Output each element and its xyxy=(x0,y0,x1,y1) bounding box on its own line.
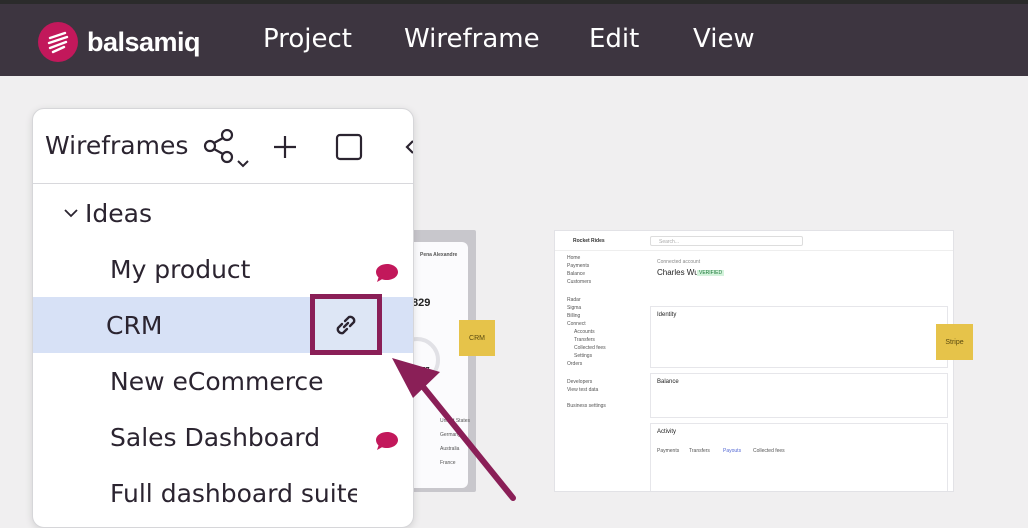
thumb-identity-card: Identity xyxy=(650,306,948,368)
thumb-tab-collected: Collected fees xyxy=(753,448,785,454)
thumb-nav-item: Collected fees xyxy=(574,345,606,351)
thumb-tab-transfers: Transfers xyxy=(689,448,710,454)
thumb-nav-item: Customers xyxy=(567,279,592,285)
thumb-search-box: Search... xyxy=(650,236,803,246)
tree-item-label: Sales Dashboard xyxy=(110,422,321,452)
thumb-value-2: 2,457 xyxy=(412,367,430,374)
thumb-activity-card: Activity Payments Transfers Payouts Coll… xyxy=(650,423,948,491)
thumb-nav-item: Settings xyxy=(574,353,593,359)
thumb-country-3: Australia xyxy=(440,446,460,452)
comment-icon[interactable] xyxy=(375,428,399,457)
thumb-nav-item: View test data xyxy=(567,387,599,393)
thumb-nav-item: Business settings xyxy=(567,403,606,409)
thumb-balance-card: Balance xyxy=(650,373,948,418)
thumb-nav-item: Payments xyxy=(567,263,590,269)
thumb-nav-item: Connect xyxy=(567,321,586,327)
tree-group-label: Ideas xyxy=(85,198,152,228)
thumb-account-label: Connected account xyxy=(657,259,701,265)
menu-wireframe[interactable]: Wireframe xyxy=(404,24,540,54)
thumb-country-2: Germany xyxy=(440,432,461,438)
thumb-section-identity: Identity xyxy=(657,312,677,318)
comment-icon[interactable] xyxy=(375,260,399,289)
tree-item-label: New eCommerce xyxy=(110,366,324,396)
thumb-nav-item: Orders xyxy=(567,361,583,367)
thumb-account-badge: VERIFIED xyxy=(697,270,725,276)
thumb-nav-item: Sigma xyxy=(567,305,582,311)
menu-project[interactable]: Project xyxy=(263,24,352,54)
wireframes-panel: Wireframes Ideas My product CRM New eCom… xyxy=(32,108,414,528)
thumb-nav-item: Radar xyxy=(567,297,581,303)
thumb-person-name: Pena Alexandre xyxy=(420,252,458,258)
share-icon[interactable] xyxy=(203,128,255,178)
thumb-section-activity: Activity xyxy=(657,429,677,435)
thumb-nav-item: Home xyxy=(567,255,581,261)
tree-item-label: CRM xyxy=(106,310,163,340)
thumb-value-1: 829 xyxy=(412,297,431,309)
thumb-search-placeholder: Search... xyxy=(659,239,680,245)
thumb-country-1: United States xyxy=(440,418,471,424)
tree-item-new-ecommerce[interactable]: New eCommerce xyxy=(33,353,413,409)
thumb-nav-item: Balance xyxy=(567,271,586,277)
add-icon[interactable] xyxy=(273,135,297,164)
wireframe-thumbnail-right[interactable]: Rocket Rides Search... Connected account… xyxy=(554,230,954,492)
thumb-country-4: France xyxy=(440,460,456,466)
sticky-note-crm[interactable]: CRM xyxy=(459,320,495,356)
tree-group-ideas[interactable]: Ideas xyxy=(33,185,413,241)
thumb-nav-item: Accounts xyxy=(574,329,595,335)
link-icon-button[interactable] xyxy=(310,294,382,355)
balsamiq-logo-icon xyxy=(38,22,78,62)
tree-item-label: My product xyxy=(110,254,251,284)
collapse-icon[interactable] xyxy=(405,137,413,162)
thumb-nav-item: Transfers xyxy=(574,337,595,343)
menu-bar: balsamiq Project Wireframe Edit View xyxy=(0,4,1028,76)
tree-item-my-product[interactable]: My product xyxy=(33,241,413,297)
panel-header: Wireframes xyxy=(33,109,413,184)
square-icon[interactable] xyxy=(335,133,363,166)
panel-title: Wireframes xyxy=(45,131,189,160)
thumb-tab-payouts: Payouts xyxy=(723,448,742,454)
chevron-down-icon xyxy=(64,209,78,218)
thumb-tab-payments: Payments xyxy=(657,448,680,454)
thumb-app-name: Rocket Rides xyxy=(573,238,605,244)
tree-item-label: Full dashboard suite xyxy=(110,478,357,508)
menu-edit[interactable]: Edit xyxy=(589,24,639,54)
thumb-nav-item: Developers xyxy=(567,379,593,385)
tree-item-full-dashboard-suite[interactable]: Full dashboard suite xyxy=(33,465,357,521)
menu-view[interactable]: View xyxy=(693,24,755,54)
thumb-section-balance: Balance xyxy=(657,379,679,385)
thumb-nav-item: Billing xyxy=(567,313,581,319)
sticky-note-stripe[interactable]: Stripe xyxy=(936,324,973,360)
app-logo[interactable]: balsamiq xyxy=(38,22,201,62)
link-icon xyxy=(336,315,356,334)
tree-item-sales-dashboard[interactable]: Sales Dashboard xyxy=(33,409,413,465)
logo-text: balsamiq xyxy=(87,26,201,57)
thumb-account-name: Charles Wu xyxy=(657,268,699,277)
